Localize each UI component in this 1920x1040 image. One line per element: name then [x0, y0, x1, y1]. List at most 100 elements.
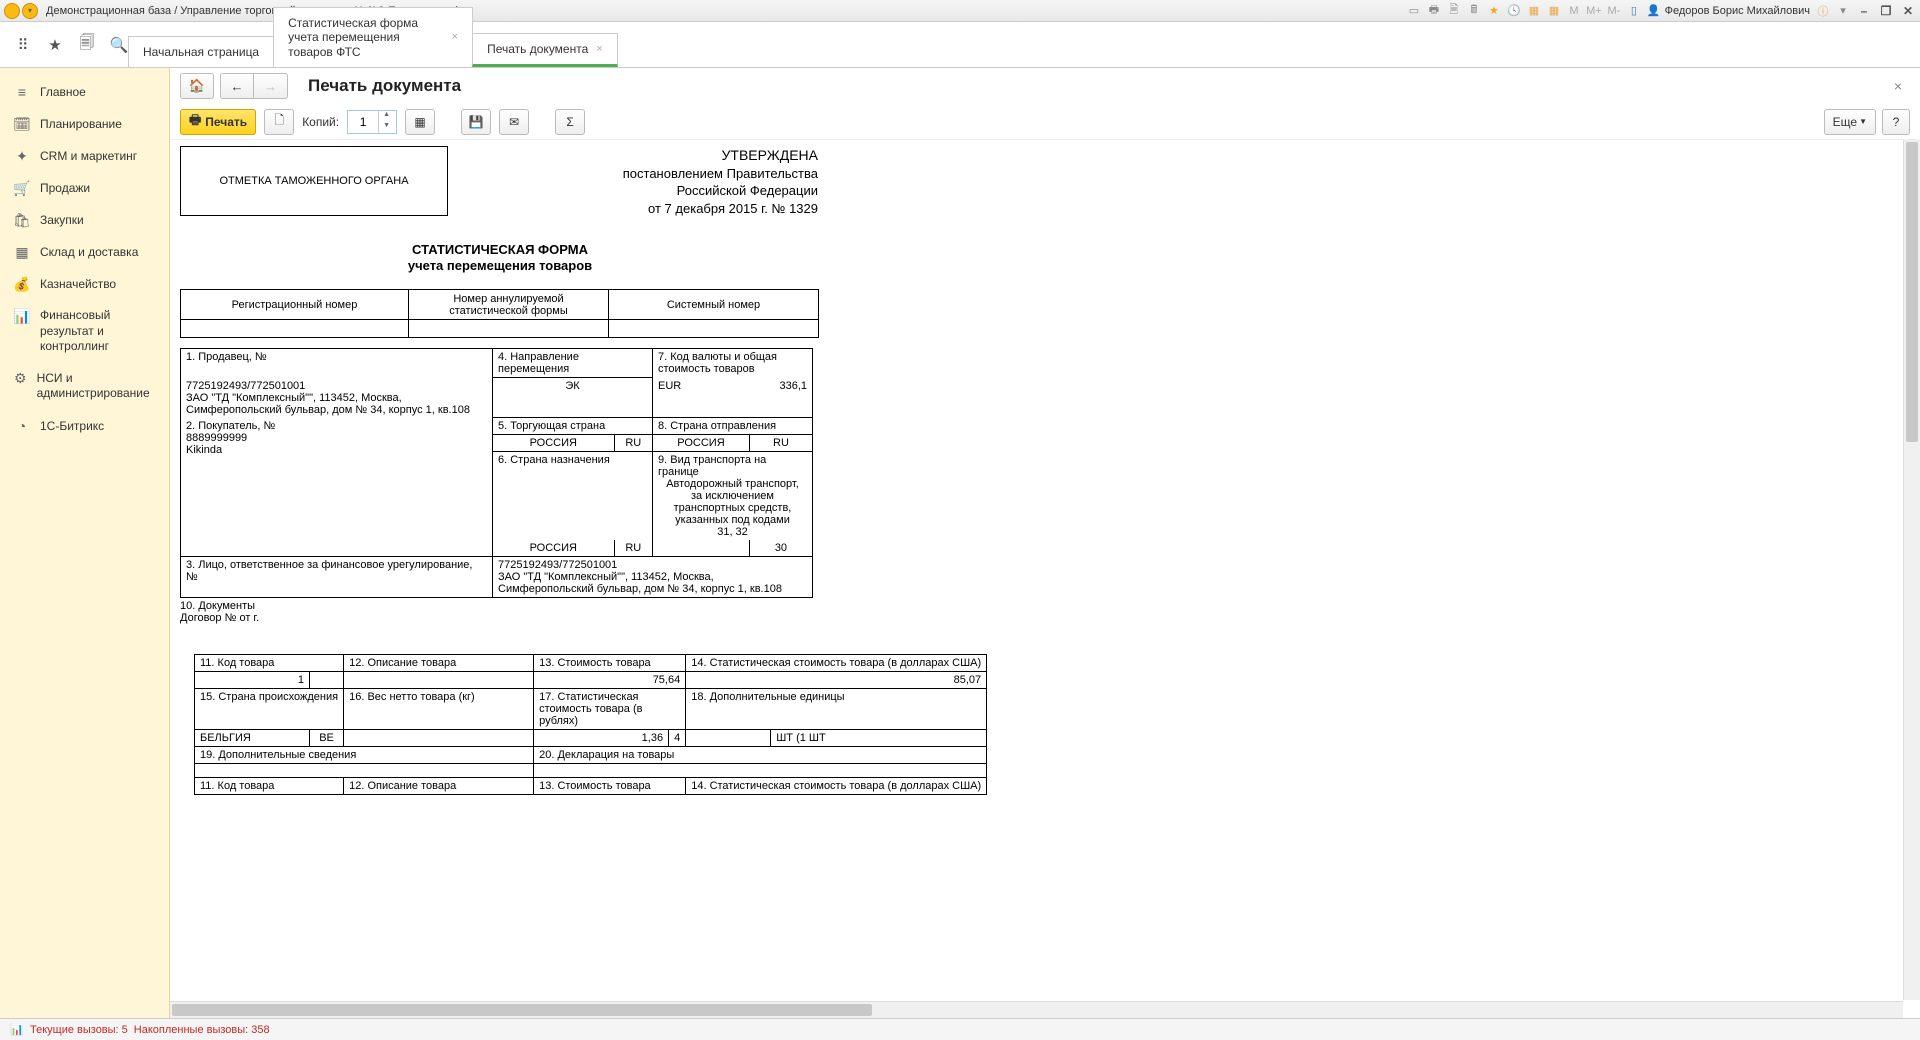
search-icon[interactable]: 🔍: [110, 36, 128, 54]
clock-icon[interactable]: 🕓: [1507, 4, 1521, 18]
tab-home[interactable]: Начальная страница: [128, 36, 274, 67]
reg-h2: Номер аннулируемой статистической формы: [409, 290, 609, 320]
printer-icon: 🖶: [189, 111, 201, 133]
sidebar-item-label: Финансовый результат и контроллинг: [40, 308, 155, 355]
calc-icon[interactable]: 🖩: [1467, 4, 1481, 18]
sidebar-item-label: 1С-Битрикс: [40, 419, 104, 433]
sidebar-item-sales[interactable]: 🛒 Продажи: [0, 172, 169, 204]
app-menu-dropdown[interactable]: ▾: [22, 3, 38, 19]
g-h12: 12. Описание товара: [344, 655, 534, 672]
f2-name: Kikinda: [186, 444, 487, 456]
app-logo-icon: [4, 3, 20, 19]
user-icon: 👤: [1647, 4, 1661, 17]
sidebar: ≡Главное 🗓Планирование ✦CRM и маркетинг …: [0, 68, 170, 1018]
apps-icon[interactable]: ⠿: [14, 36, 32, 54]
toolbar-icon[interactable]: ▭: [1407, 4, 1421, 18]
close-button[interactable]: ✕: [1900, 3, 1916, 19]
f10-block: 10. Документы Договор № от г.: [180, 600, 1460, 624]
cart-icon: 🛒: [14, 180, 30, 196]
f8-code: RU: [749, 435, 812, 452]
f5-country: РОССИЯ: [493, 435, 615, 452]
maximize-button[interactable]: ❐: [1878, 3, 1894, 19]
more-button[interactable]: Еще ▼: [1824, 109, 1876, 135]
minimize-button[interactable]: –: [1856, 3, 1872, 19]
doc-icon[interactable]: 🗎: [1447, 4, 1461, 18]
tab-close-icon[interactable]: ×: [452, 31, 458, 43]
tab-close-icon[interactable]: ×: [596, 43, 602, 55]
sidebar-item-planning[interactable]: 🗓Планирование: [0, 108, 169, 140]
panel-icon[interactable]: ▯: [1627, 4, 1641, 18]
tab-stat-form[interactable]: Статистическая форма учета перемещения т…: [273, 7, 473, 67]
vertical-scrollbar[interactable]: [1903, 140, 1920, 1000]
f4-label: 4. Направление перемещения: [493, 349, 653, 378]
tab-print-document[interactable]: Печать документа ×: [472, 33, 618, 67]
f7-cur: EUR: [653, 378, 750, 418]
sidebar-item-label: Продажи: [40, 181, 90, 195]
document-viewport[interactable]: ОТМЕТКА ТАМОЖЕННОГО ОРГАНА УТВЕРЖДЕНА по…: [170, 140, 1920, 1018]
sidebar-item-label: Главное: [40, 85, 86, 99]
g-row1-cost: 75,64: [534, 672, 686, 689]
g2-h12: 12. Описание товара: [344, 778, 534, 795]
template-button[interactable]: ▦: [405, 109, 435, 135]
copies-spinner[interactable]: ▲▼: [347, 110, 397, 134]
sidebar-item-purchases[interactable]: 🛍Закупки: [0, 204, 169, 236]
sidebar-item-bitrix[interactable]: ◔1С-Битрикс: [0, 410, 169, 442]
print-icon[interactable]: 🖶: [1427, 4, 1441, 18]
bag-icon: 🛍: [14, 212, 30, 228]
sidebar-item-crm[interactable]: ✦CRM и маркетинг: [0, 140, 169, 172]
print-button[interactable]: 🖶Печать: [180, 109, 256, 135]
m-minus[interactable]: M-: [1607, 4, 1621, 18]
dropdown-icon[interactable]: ▾: [1836, 4, 1850, 18]
sum-button[interactable]: Σ: [555, 109, 585, 135]
nav-home-button[interactable]: 🏠: [180, 73, 214, 99]
sidebar-item-finance[interactable]: 📊 Финансовый результат и контроллинг: [0, 300, 169, 363]
grid2-icon[interactable]: ▦: [1547, 4, 1561, 18]
tab-label: Начальная страница: [143, 45, 259, 59]
nav-back-button[interactable]: ←: [220, 73, 254, 99]
form-title-l2: учета перемещения товаров: [180, 258, 820, 275]
info-icon[interactable]: ⓘ: [1816, 4, 1830, 18]
g-h11: 11. Код товара: [195, 655, 344, 672]
f1-addr: ЗАО "ТД "Комплексный"", 113452, Москва, …: [186, 392, 487, 416]
tab-label: Печать документа: [487, 42, 588, 56]
help-button[interactable]: ?: [1882, 109, 1910, 135]
current-user[interactable]: 👤 Федоров Борис Михайлович: [1647, 4, 1810, 17]
m-memory[interactable]: M: [1567, 4, 1581, 18]
reg-h1: Регистрационный номер: [181, 290, 409, 320]
favorites-icon[interactable]: ★: [46, 36, 64, 54]
spin-down[interactable]: ▼: [378, 122, 394, 133]
sidebar-item-label: Казначейство: [40, 277, 116, 291]
nav-forward-button[interactable]: →: [254, 73, 288, 99]
horizontal-scrollbar[interactable]: [170, 1001, 1903, 1018]
toolbar: 🖶Печать 🗋 Копий: ▲▼ ▦ 💾 ✉ Σ Еще ▼ ?: [170, 104, 1920, 140]
warehouse-icon: ▦: [14, 244, 30, 260]
page-title: Печать документа: [308, 76, 461, 96]
quickbar: ⠿ ★ 🗐 🔍: [0, 22, 128, 67]
scrollbar-thumb[interactable]: [1906, 142, 1918, 442]
preview-button[interactable]: 🗋: [264, 109, 294, 135]
mail-button[interactable]: ✉: [499, 109, 529, 135]
scrollbar-thumb[interactable]: [172, 1004, 872, 1016]
sidebar-item-main[interactable]: ≡Главное: [0, 76, 169, 108]
f2-num: 8889999999: [186, 432, 487, 444]
user-name: Федоров Борис Михайлович: [1665, 5, 1810, 17]
sidebar-item-label: CRM и маркетинг: [40, 149, 137, 163]
m-plus[interactable]: M+: [1587, 4, 1601, 18]
calendar-icon: 🗓: [14, 116, 30, 132]
page-close-button[interactable]: ×: [1886, 74, 1910, 98]
history-icon[interactable]: 🗐: [78, 36, 96, 54]
save-button[interactable]: 💾: [461, 109, 491, 135]
copies-input[interactable]: [348, 115, 378, 129]
grid-icon[interactable]: ▦: [1527, 4, 1541, 18]
sidebar-item-admin[interactable]: ⚙НСИ и администрирование: [0, 363, 169, 410]
approved-l2: постановлением Правительства: [618, 165, 818, 183]
sidebar-item-warehouse[interactable]: ▦Склад и доставка: [0, 236, 169, 268]
sidebar-item-treasury[interactable]: 💰Казначейство: [0, 268, 169, 300]
spin-up[interactable]: ▲: [378, 111, 394, 122]
chart-icon: 📊: [14, 308, 30, 324]
star-icon[interactable]: ★: [1487, 4, 1501, 18]
g-row1-country: БЕЛЬГИЯ: [195, 730, 310, 747]
stamp-label: ОТМЕТКА ТАМОЖЕННОГО ОРГАНА: [219, 175, 408, 187]
sidebar-item-label: НСИ и администрирование: [37, 371, 155, 402]
f7-label: 7. Код валюты и общая стоимость товаров: [653, 349, 813, 378]
